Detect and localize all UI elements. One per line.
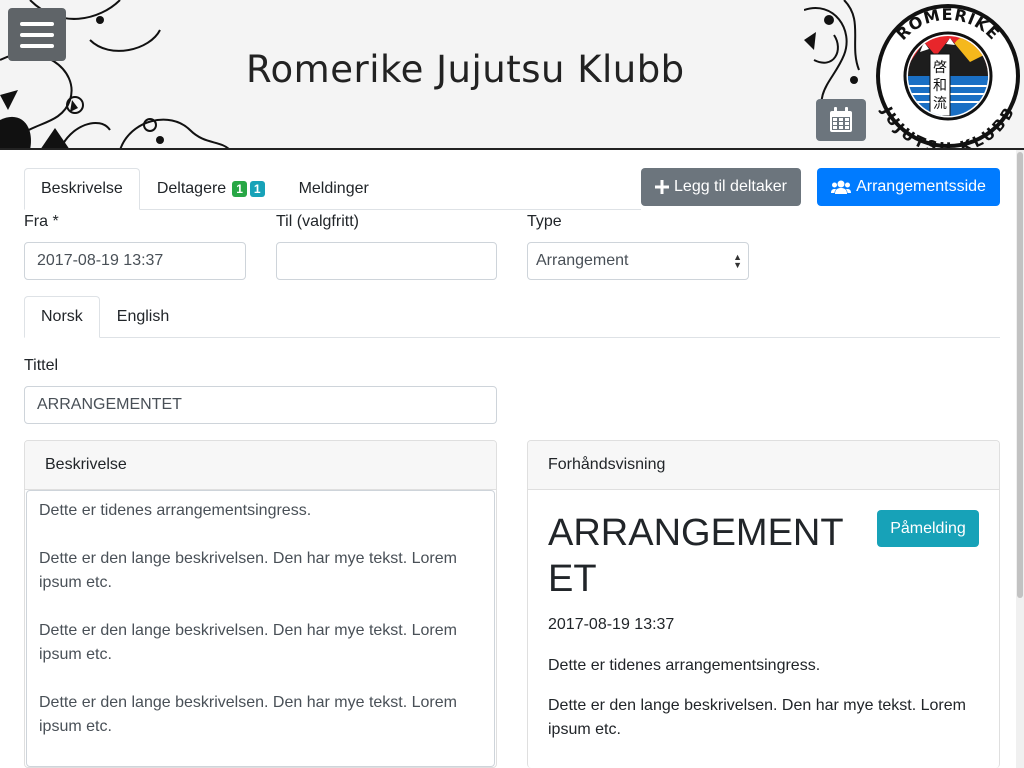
page-scrollbar-thumb[interactable] [1017, 152, 1023, 598]
signup-button[interactable]: Påmelding [877, 510, 979, 547]
editor-paragraph: Dette er tidenes arrangementsingress. [39, 502, 312, 519]
preview-card-header: Forhåndsvisning [528, 441, 999, 490]
type-select[interactable]: Arrangement ▲ ▼ [527, 242, 749, 280]
editor-paragraph: Dette er den lange beskrivelsen. Den har… [39, 694, 457, 735]
editor-paragraph: Dette er den lange beskrivelsen. Den har… [39, 622, 457, 663]
type-value: Arrangement [536, 252, 629, 269]
menu-icon-bar [20, 43, 54, 48]
description-card-header: Beskrivelse [25, 441, 496, 490]
type-label: Type [527, 213, 562, 230]
tab-description[interactable]: Beskrivelse [24, 168, 140, 210]
language-tabs: Norsk English [24, 296, 1000, 338]
event-page-label: Arrangementsside [856, 178, 986, 195]
from-input[interactable]: 2017-08-19 13:37 [24, 242, 246, 280]
title-value: ARRANGEMENTET [37, 396, 182, 413]
tab-english[interactable]: English [100, 296, 186, 338]
preview-paragraph: Dette er den lange beskrivelsen. Den har… [548, 697, 966, 738]
tab-label: Beskrivelse [41, 180, 123, 197]
preview-date: 2017-08-19 13:37 [548, 616, 675, 633]
description-card: Beskrivelse Dette er tidenes arrangement… [24, 440, 497, 768]
tab-norsk[interactable]: Norsk [24, 296, 100, 338]
tab-label: Norsk [41, 308, 83, 325]
editor-paragraph: Dette er den lange beskrivelsen. Den har… [39, 550, 457, 591]
preview-paragraph: Dette er tidenes arrangementsingress. [548, 657, 821, 674]
description-editor[interactable]: Dette er tidenes arrangementsingress. De… [26, 490, 495, 767]
preview-card: Forhåndsvisning ARRANGEMENTET Påmelding … [527, 440, 1000, 768]
club-logo: 啓 和 流 ROMERIKE JUJUTSU KLUBB [876, 4, 1020, 148]
plus-icon [655, 180, 670, 194]
add-participant-label: Legg til deltaker [674, 178, 787, 195]
title-input[interactable]: ARRANGEMENTET [24, 386, 497, 424]
to-label: Til (valgfritt) [276, 213, 359, 230]
site-header: Romerike Jujutsu Klubb 啓 和 流 ROMERIKE JU… [0, 0, 1024, 150]
site-title: Romerike Jujutsu Klubb [246, 48, 685, 91]
preview-body: ARRANGEMENTET Påmelding 2017-08-19 13:37… [528, 490, 999, 768]
menu-icon-bar [20, 21, 54, 26]
calendar-icon [830, 107, 852, 132]
participants-badge-green: 1 [232, 181, 247, 197]
title-label: Tittel [24, 357, 59, 374]
logo-kanji-1: 啓 [933, 60, 947, 76]
tab-label: English [116, 308, 170, 325]
from-label: Fra * [24, 213, 59, 230]
select-arrows-icon: ▲ ▼ [733, 252, 742, 270]
logo-kanji-2: 和 [933, 78, 947, 94]
menu-icon-bar [20, 32, 54, 37]
calendar-button[interactable] [816, 99, 866, 141]
event-tabs: Beskrivelse Deltagere 1 1 Meldinger [24, 168, 641, 210]
tab-participants[interactable]: Deltagere 1 1 [140, 168, 282, 210]
users-icon [831, 180, 852, 194]
tab-label: Deltagere [156, 180, 227, 197]
from-value: 2017-08-19 13:37 [37, 252, 164, 269]
logo-kanji-3: 流 [933, 96, 947, 112]
menu-button[interactable] [8, 8, 66, 61]
event-page-button[interactable]: Arrangementsside [817, 168, 1000, 206]
preview-title: ARRANGEMENTET [548, 512, 844, 600]
participants-badge-teal: 1 [249, 181, 265, 197]
to-input[interactable] [276, 242, 497, 280]
add-participant-button[interactable]: Legg til deltaker [641, 168, 801, 206]
tab-label: Meldinger [298, 180, 369, 197]
tab-messages[interactable]: Meldinger [282, 168, 386, 210]
